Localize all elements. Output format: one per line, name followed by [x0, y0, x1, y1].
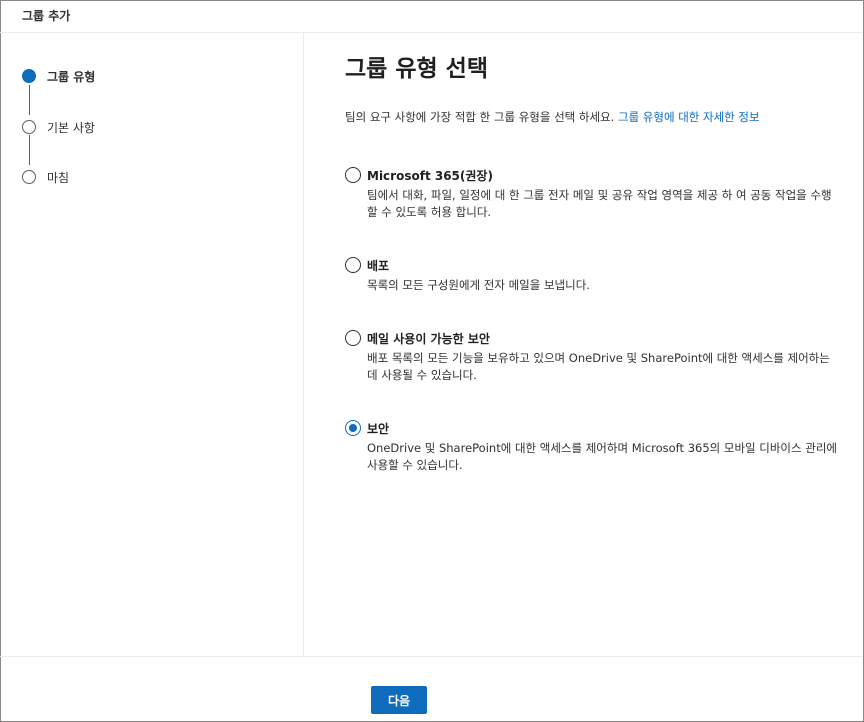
radio-button-selected[interactable]: [345, 420, 361, 436]
option-description: 목록의 모든 구성원에게 전자 메일을 보냅니다.: [367, 278, 590, 292]
step-pending-icon: [22, 120, 36, 134]
group-types-info-link[interactable]: 그룹 유형에 대한 자세한 정보: [618, 110, 760, 124]
step-pending-icon: [22, 170, 36, 184]
option-title: Microsoft 365(권장): [367, 169, 493, 183]
intro-text: 팀의 요구 사항에 가장 적합 한 그룹 유형을 선택 하세요. 그룹 유형에 …: [345, 109, 760, 125]
option-title: 메일 사용이 가능한 보안: [367, 332, 490, 346]
next-button[interactable]: 다음: [371, 686, 427, 714]
step-connector: [29, 135, 30, 165]
intro-description: 팀의 요구 사항에 가장 적합 한 그룹 유형을 선택 하세요.: [345, 110, 615, 124]
radio-button[interactable]: [345, 330, 361, 346]
option-title: 보안: [367, 422, 390, 436]
dialog-title: 그룹 추가: [22, 9, 71, 23]
page-title: 그룹 유형 선택: [345, 56, 488, 82]
option-description: 팀에서 대화, 파일, 일정에 대 한 그룹 전자 메일 및 공유 작업 영역을…: [367, 188, 832, 219]
main-content: 그룹 유형 선택 팀의 요구 사항에 가장 적합 한 그룹 유형을 선택 하세요…: [305, 33, 862, 656]
step-connector: [29, 85, 30, 115]
dialog-header: 그룹 추가: [0, 0, 862, 33]
option-security[interactable]: 보안 OneDrive 및 SharePoint에 대한 액세스를 제어하며 M…: [345, 420, 845, 476]
option-description: OneDrive 및 SharePoint에 대한 액세스를 제어하며 Micr…: [367, 441, 837, 472]
option-distribution[interactable]: 배포 목록의 모든 구성원에게 전자 메일을 보냅니다.: [345, 257, 845, 297]
step-group-type[interactable]: 그룹 유형: [22, 68, 95, 84]
option-mail-enabled-security[interactable]: 메일 사용이 가능한 보안 배포 목록의 모든 기능을 보유하고 있으며 One…: [345, 330, 845, 386]
option-microsoft-365[interactable]: Microsoft 365(권장) 팀에서 대화, 파일, 일정에 대 한 그룹…: [345, 167, 845, 227]
option-title: 배포: [367, 259, 390, 273]
step-label: 그룹 유형: [47, 69, 96, 84]
radio-button[interactable]: [345, 167, 361, 183]
wizard-steps-sidebar: 그룹 유형 기본 사항 마침: [0, 33, 304, 656]
step-finish[interactable]: 마침: [22, 169, 69, 185]
step-current-icon: [22, 69, 36, 83]
dialog-footer: 다음: [0, 656, 862, 720]
step-label: 마침: [47, 170, 70, 185]
step-label: 기본 사항: [47, 120, 95, 135]
option-description: 배포 목록의 모든 기능을 보유하고 있으며 OneDrive 및 ShareP…: [367, 351, 830, 382]
radio-button[interactable]: [345, 257, 361, 273]
step-basics[interactable]: 기본 사항: [22, 119, 95, 135]
